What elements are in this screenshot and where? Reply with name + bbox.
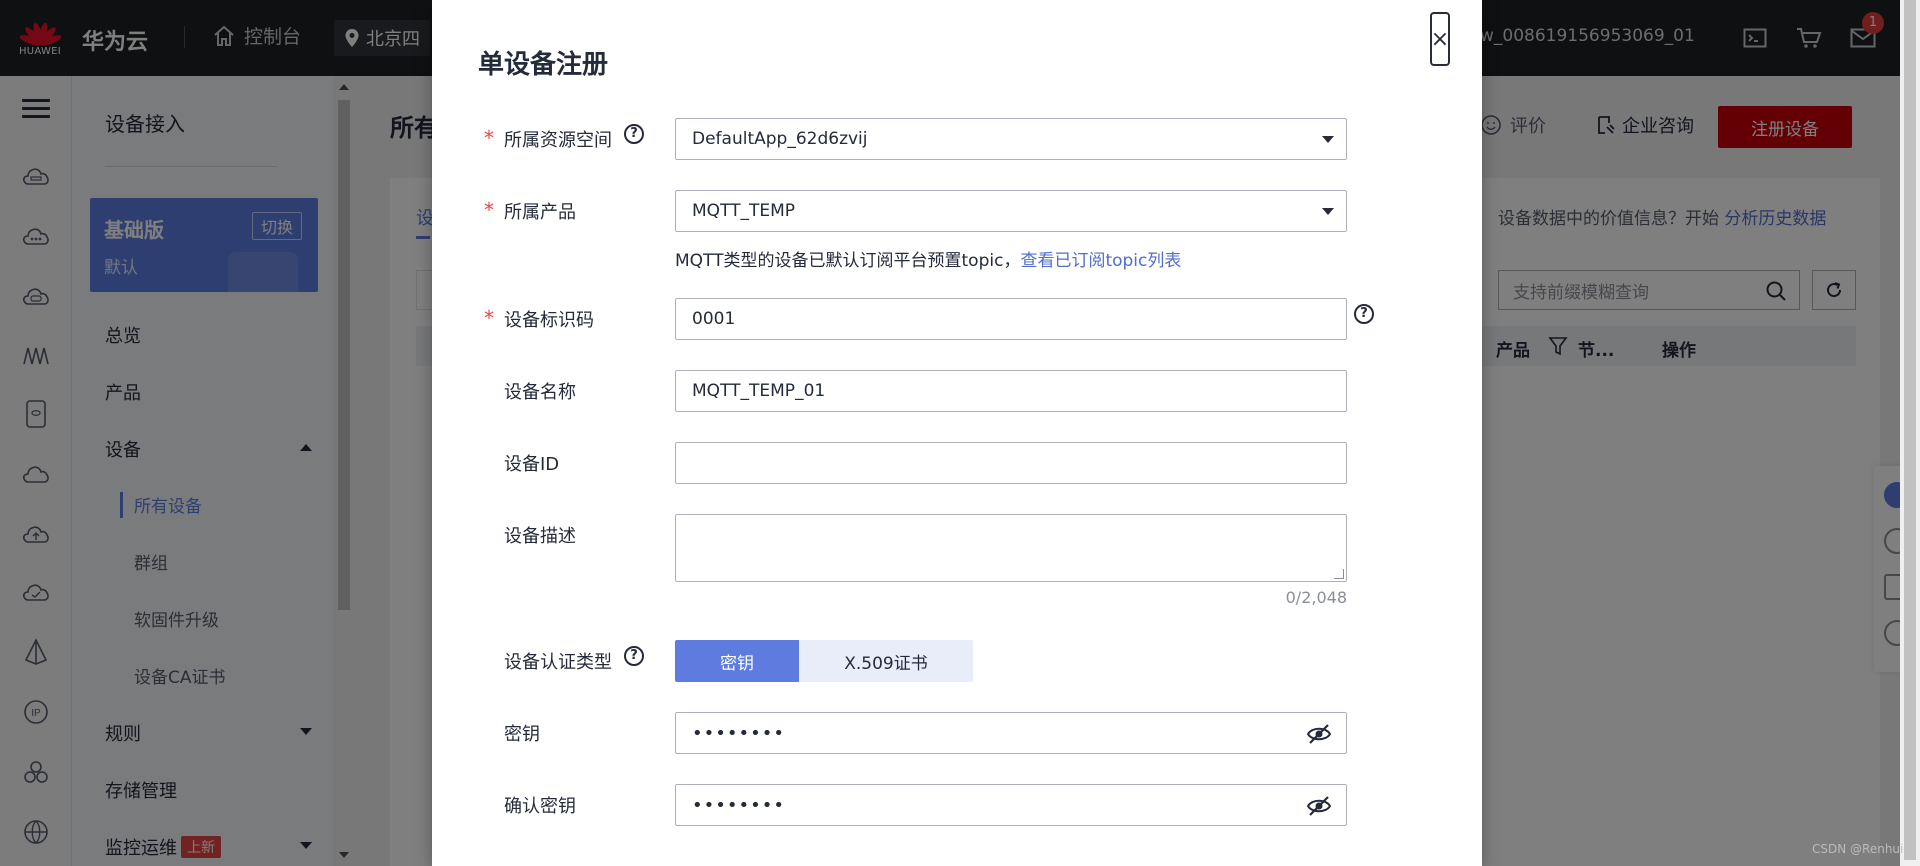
scrollbar-thumb[interactable] (1904, 0, 1916, 860)
resize-handle[interactable] (1334, 569, 1344, 579)
description-counter: 0/2,048 (1285, 588, 1347, 607)
close-icon[interactable]: × (1430, 12, 1450, 66)
confirm-secret-value: •••••••• (692, 794, 785, 816)
product-label: 所属产品 (504, 202, 576, 223)
required-mark: * (484, 126, 494, 150)
resource-space-value: DefaultApp_62d6zvij (692, 129, 868, 149)
required-mark: * (484, 198, 494, 222)
identifier-label: 设备标识码 (504, 310, 594, 331)
topic-list-link[interactable]: 查看已订阅topic列表 (1020, 251, 1181, 271)
required-mark: * (484, 306, 494, 330)
device-name-value: MQTT_TEMP_01 (692, 381, 826, 401)
dropdown-arrow-icon (1322, 136, 1334, 143)
topic-note: MQTT类型的设备已默认订阅平台预置topic，查看已订阅topic列表 (675, 246, 1181, 271)
secret-value: •••••••• (692, 722, 785, 744)
identifier-input[interactable]: 0001 (675, 298, 1347, 340)
eye-off-icon[interactable] (1306, 795, 1332, 817)
page-scrollbar[interactable] (1900, 0, 1920, 866)
description-textarea[interactable] (675, 514, 1347, 582)
watermark: CSDN @Renhui (1812, 842, 1904, 856)
secret-label: 密钥 (504, 724, 540, 745)
auth-type-label: 设备认证类型 (504, 652, 612, 673)
description-label: 设备描述 (504, 526, 576, 547)
confirm-secret-input[interactable]: •••••••• (675, 784, 1347, 826)
help-icon[interactable]: ? (624, 124, 644, 144)
auth-option-secret[interactable]: 密钥 (675, 640, 799, 682)
product-value: MQTT_TEMP (692, 201, 796, 221)
device-id-label: 设备ID (504, 454, 560, 475)
product-select[interactable]: MQTT_TEMP (675, 190, 1347, 232)
device-id-input[interactable] (675, 442, 1347, 484)
eye-off-icon[interactable] (1306, 723, 1332, 745)
resource-space-label: 所属资源空间 (504, 130, 612, 151)
help-icon[interactable]: ? (1354, 304, 1374, 324)
resource-space-select[interactable]: DefaultApp_62d6zvij (675, 118, 1347, 160)
dropdown-arrow-icon (1322, 208, 1334, 215)
secret-input[interactable]: •••••••• (675, 712, 1347, 754)
confirm-secret-label: 确认密钥 (504, 796, 576, 817)
auth-option-x509[interactable]: X.509证书 (799, 640, 973, 682)
help-icon[interactable]: ? (624, 646, 644, 666)
dialog-title: 单设备注册 (478, 50, 609, 80)
device-name-input[interactable]: MQTT_TEMP_01 (675, 370, 1347, 412)
register-device-dialog: 单设备注册 × * 所属资源空间 ? DefaultApp_62d6zvij *… (432, 0, 1482, 866)
topic-note-text: MQTT类型的设备已默认订阅平台预置topic， (675, 251, 1021, 271)
identifier-value: 0001 (692, 309, 736, 329)
device-name-label: 设备名称 (504, 382, 576, 403)
